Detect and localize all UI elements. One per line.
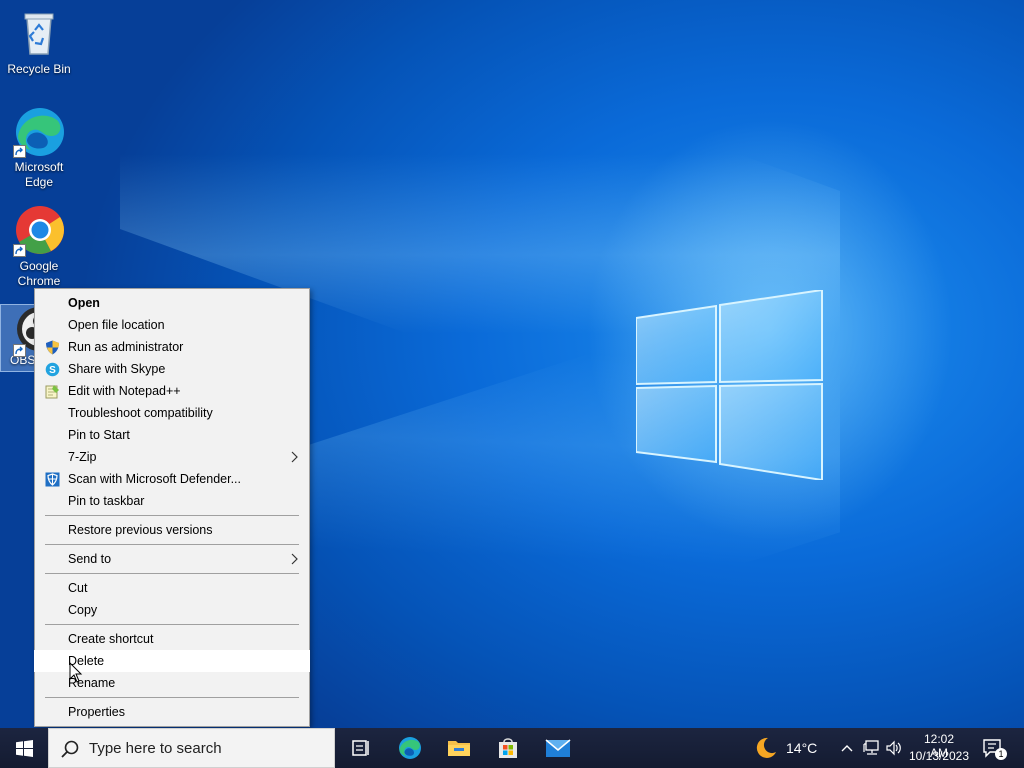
desktop-icon-edge[interactable]: Microsoft Edge [2, 106, 76, 190]
menu-separator [45, 515, 299, 516]
menu-item-label: Send to [68, 552, 112, 566]
desktop-icon-chrome[interactable]: Google Chrome [2, 205, 76, 289]
desktop-icon-label: Microsoft Edge [14, 160, 64, 189]
svg-text:S: S [49, 365, 56, 376]
volume-icon[interactable] [885, 739, 903, 757]
menu-item-label: Open [68, 296, 100, 310]
menu-item-label: Edit with Notepad++ [68, 384, 181, 398]
skype-icon: S [45, 362, 60, 377]
taskbar-mail[interactable] [533, 728, 581, 768]
weather-moon-icon[interactable] [754, 736, 778, 760]
taskbar-edge[interactable] [386, 728, 434, 768]
menu-item-label: Copy [68, 603, 98, 617]
taskbar: Type here to search 14°C 12:02 AM 10/13/… [0, 728, 1024, 768]
menu-item-pin-to-start[interactable]: Pin to Start [35, 424, 309, 446]
microsoft-store-icon [499, 738, 517, 758]
menu-item-copy[interactable]: Copy [35, 599, 309, 621]
menu-item-troubleshoot-compatibility[interactable]: Troubleshoot compatibility [35, 402, 309, 424]
menu-item-open-file-location[interactable]: Open file location [35, 314, 309, 336]
task-view-icon [352, 740, 369, 756]
notepadpp-icon [45, 385, 59, 399]
taskbar-search-box[interactable]: Type here to search [48, 728, 335, 768]
menu-item-share-with-skype[interactable]: S Share with Skype [35, 358, 309, 380]
menu-item-label: Cut [68, 581, 88, 595]
chrome-icon [13, 205, 65, 257]
file-explorer-icon [448, 741, 470, 756]
menu-separator [45, 697, 299, 698]
shortcut-arrow-icon [13, 244, 26, 257]
desktop-icon-label: Recycle Bin [7, 62, 71, 76]
menu-item-open[interactable]: Open [35, 292, 309, 314]
desktop-icon-recycle-bin[interactable]: Recycle Bin [2, 8, 76, 77]
menu-item-label: Pin to Start [68, 428, 130, 442]
shortcut-arrow-icon [13, 344, 26, 357]
show-hidden-icons-chevron-icon[interactable] [840, 741, 854, 755]
start-button[interactable] [0, 728, 48, 768]
desktop-icon-label: Google Chrome [17, 259, 61, 288]
weather-temperature[interactable]: 14°C [786, 740, 817, 756]
menu-item-label: Create shortcut [68, 632, 154, 646]
windows-start-icon [16, 740, 33, 757]
search-placeholder: Type here to search [89, 740, 222, 757]
menu-separator [45, 624, 299, 625]
menu-item-label: Scan with Microsoft Defender... [68, 472, 241, 486]
menu-item-create-shortcut[interactable]: Create shortcut [35, 628, 309, 650]
taskbar-task-view[interactable] [337, 728, 385, 768]
submenu-arrow-icon [291, 548, 299, 577]
menu-item-label: Properties [68, 705, 125, 719]
menu-item-label: Open file location [68, 318, 165, 332]
search-icon [61, 740, 79, 758]
windows-logo-wallpaper [636, 290, 823, 480]
menu-item-properties[interactable]: Properties [35, 701, 309, 723]
clock-date[interactable]: 10/13/2023 [908, 749, 970, 763]
edge-icon [399, 737, 421, 759]
uac-shield-icon [46, 340, 59, 355]
menu-item-send-to[interactable]: Send to [35, 548, 309, 570]
taskbar-file-explorer[interactable] [435, 728, 483, 768]
menu-item-edit-with-notepadpp[interactable]: Edit with Notepad++ [35, 380, 309, 402]
mouse-cursor-icon [69, 662, 83, 683]
menu-item-label: Restore previous versions [68, 523, 213, 537]
defender-icon [45, 472, 60, 487]
edge-icon [13, 106, 65, 158]
notification-count-badge: 1 [995, 748, 1007, 760]
menu-separator [45, 544, 299, 545]
menu-item-label: 7-Zip [68, 450, 97, 464]
menu-item-run-as-administrator[interactable]: Run as administrator [35, 336, 309, 358]
taskbar-microsoft-store[interactable] [484, 728, 532, 768]
mail-icon [545, 739, 571, 757]
menu-separator [45, 573, 299, 574]
menu-item-label: Pin to taskbar [68, 494, 145, 508]
menu-item-restore-previous-versions[interactable]: Restore previous versions [35, 519, 309, 541]
menu-item-label: Run as administrator [68, 340, 184, 354]
recycle-bin-icon [13, 8, 65, 60]
menu-item-cut[interactable]: Cut [35, 577, 309, 599]
menu-item-7zip[interactable]: 7-Zip [35, 446, 309, 468]
desktop-background[interactable]: Recycle Bin Microsoft Edge Google Chrome… [0, 0, 1024, 728]
network-icon[interactable] [863, 739, 881, 757]
menu-item-scan-with-defender[interactable]: Scan with Microsoft Defender... [35, 468, 309, 490]
menu-item-label: Troubleshoot compatibility [68, 406, 213, 420]
menu-item-label: Share with Skype [68, 362, 166, 376]
menu-item-pin-to-taskbar[interactable]: Pin to taskbar [35, 490, 309, 512]
shortcut-arrow-icon [13, 145, 26, 158]
